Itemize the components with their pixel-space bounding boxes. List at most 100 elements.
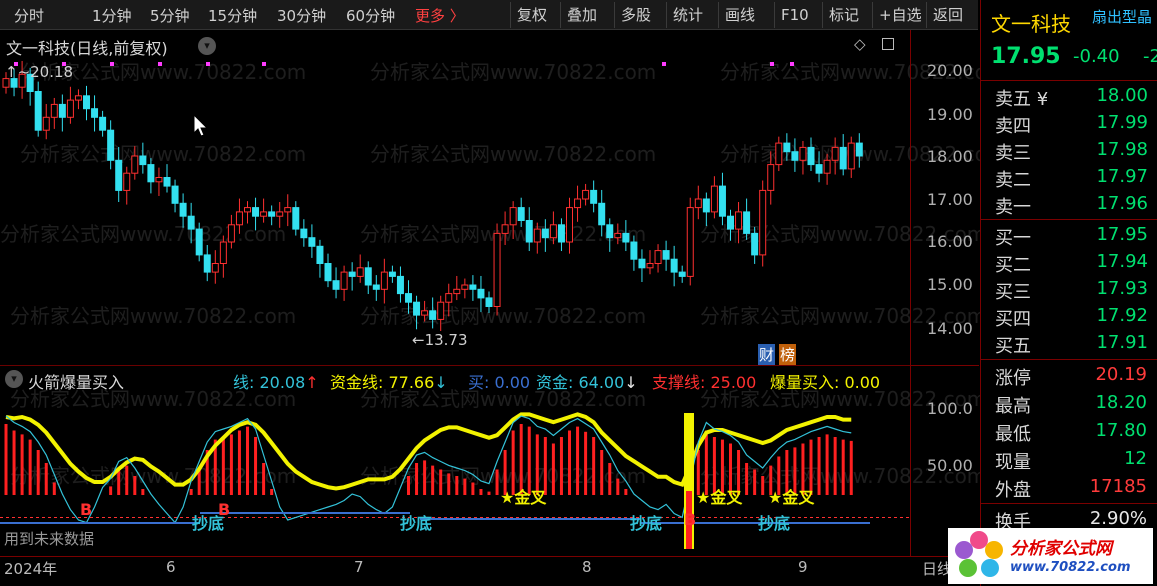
signal-dot <box>790 62 794 66</box>
candle <box>413 295 421 330</box>
volume-bar <box>608 463 612 495</box>
limit-up-value: 20.19 <box>1095 364 1147 385</box>
candle-body <box>654 250 662 265</box>
price-change-pct: -2 <box>1143 46 1157 67</box>
date-label-year: 2024年 <box>4 560 58 578</box>
period-tab-60min[interactable]: 60分钟 <box>346 5 395 27</box>
candle-body <box>445 293 453 303</box>
period-tab-1min[interactable]: 1分钟 <box>92 5 132 27</box>
ask-label: 卖四 <box>995 116 1031 137</box>
candle <box>493 223 501 316</box>
ranking-badge[interactable]: 榜 <box>779 344 797 365</box>
low-price-label: ←13.73 <box>412 331 468 349</box>
candle-body <box>549 224 557 239</box>
bid-label: 买一 <box>995 228 1031 249</box>
candle-body <box>799 146 807 161</box>
signal-label: ★金叉 <box>696 488 743 507</box>
volume-bar <box>519 424 523 495</box>
candle-body <box>775 142 783 166</box>
divider <box>981 503 1157 504</box>
candle-body <box>139 155 147 166</box>
price-change: -0.40 <box>1073 46 1120 67</box>
candle <box>372 275 380 301</box>
add-favorite-button[interactable]: +自选 <box>872 2 928 28</box>
mark-button[interactable]: 标记 <box>822 2 865 28</box>
candle-body <box>388 271 396 277</box>
candle <box>694 185 702 220</box>
candle-body <box>815 164 823 174</box>
period-tab-15min[interactable]: 15分钟 <box>208 5 257 27</box>
ask-label: 卖三 <box>995 143 1031 164</box>
candle <box>509 201 517 239</box>
signal-label: 抄底 <box>400 514 432 533</box>
divider <box>981 219 1157 220</box>
candle-body <box>34 91 42 131</box>
volume-bar <box>616 478 620 495</box>
stat-label: 现量 <box>995 452 1031 473</box>
candle-body <box>66 99 74 118</box>
period-tab-30min[interactable]: 30分钟 <box>277 5 326 27</box>
back-button[interactable]: 返回 <box>926 2 969 28</box>
candle <box>702 192 710 227</box>
candle <box>767 151 775 205</box>
candle-body <box>131 155 139 174</box>
signal-dot <box>158 62 162 66</box>
candle <box>678 265 686 283</box>
volume-bar <box>125 465 129 495</box>
candle <box>501 211 509 246</box>
candle-body <box>847 142 855 170</box>
period-tab-timeshare[interactable]: 分时 <box>14 5 44 27</box>
candle <box>421 300 429 322</box>
volume-bar <box>712 437 716 495</box>
candle-body <box>244 207 251 213</box>
overlay-button[interactable]: 叠加 <box>560 2 603 28</box>
finance-badge[interactable]: 财 <box>758 344 776 365</box>
period-tab-5min[interactable]: 5分钟 <box>150 5 190 27</box>
restore-rights-button[interactable]: 复权 <box>510 2 553 28</box>
candle-body <box>316 245 324 265</box>
volume-bar <box>4 424 8 495</box>
stat-label: 最低 <box>995 424 1031 445</box>
volume-bar <box>559 437 563 495</box>
volume-bar <box>495 469 499 495</box>
logo-url: www.70822.com <box>1010 560 1131 575</box>
candle <box>582 183 590 206</box>
high-price-label: ↑~20.18 <box>5 63 74 81</box>
low-value: 17.80 <box>1095 420 1147 441</box>
candle-body <box>187 215 195 230</box>
candle <box>83 85 90 121</box>
multi-stock-button[interactable]: 多股 <box>614 2 657 28</box>
volume-bar <box>551 443 555 495</box>
volume-bar <box>511 430 515 495</box>
candle <box>662 240 670 271</box>
bid-price: 17.93 <box>1096 278 1148 299</box>
candle-body <box>219 241 227 264</box>
logo-title: 分析家公式网 <box>1010 539 1112 559</box>
divider <box>981 80 1157 81</box>
indicator-options-chevron-icon[interactable]: ▾ <box>5 370 23 388</box>
volume-bar <box>704 430 708 495</box>
bid-label: 买五 <box>995 336 1031 357</box>
concept-tag[interactable]: 扇出型晶 <box>1092 6 1152 27</box>
signal-label: B <box>218 500 230 519</box>
volume-bar <box>109 486 113 495</box>
candle-body <box>260 211 268 217</box>
candle <box>429 297 437 329</box>
candle <box>743 198 751 240</box>
turnover-value: 2.90% <box>1089 508 1147 529</box>
candle-body <box>364 267 372 286</box>
draw-line-button[interactable]: 画线 <box>718 2 761 28</box>
candle <box>139 142 147 174</box>
f10-button[interactable]: F10 <box>774 2 815 28</box>
candle <box>227 214 235 249</box>
statistics-button[interactable]: 统计 <box>666 2 709 28</box>
date-axis: 2024年 6 7 8 9 日线 <box>0 556 978 586</box>
candle-body <box>74 95 82 101</box>
candle-body <box>686 207 694 277</box>
volume-bar <box>407 476 410 495</box>
ask-price: 17.99 <box>1096 112 1148 133</box>
ask-label: 卖五 ¥ <box>995 89 1049 110</box>
candle <box>453 275 461 301</box>
period-more-button[interactable]: 更多 〉 <box>415 5 465 27</box>
indicator-value: 支撑线: 25.00 <box>652 373 757 392</box>
